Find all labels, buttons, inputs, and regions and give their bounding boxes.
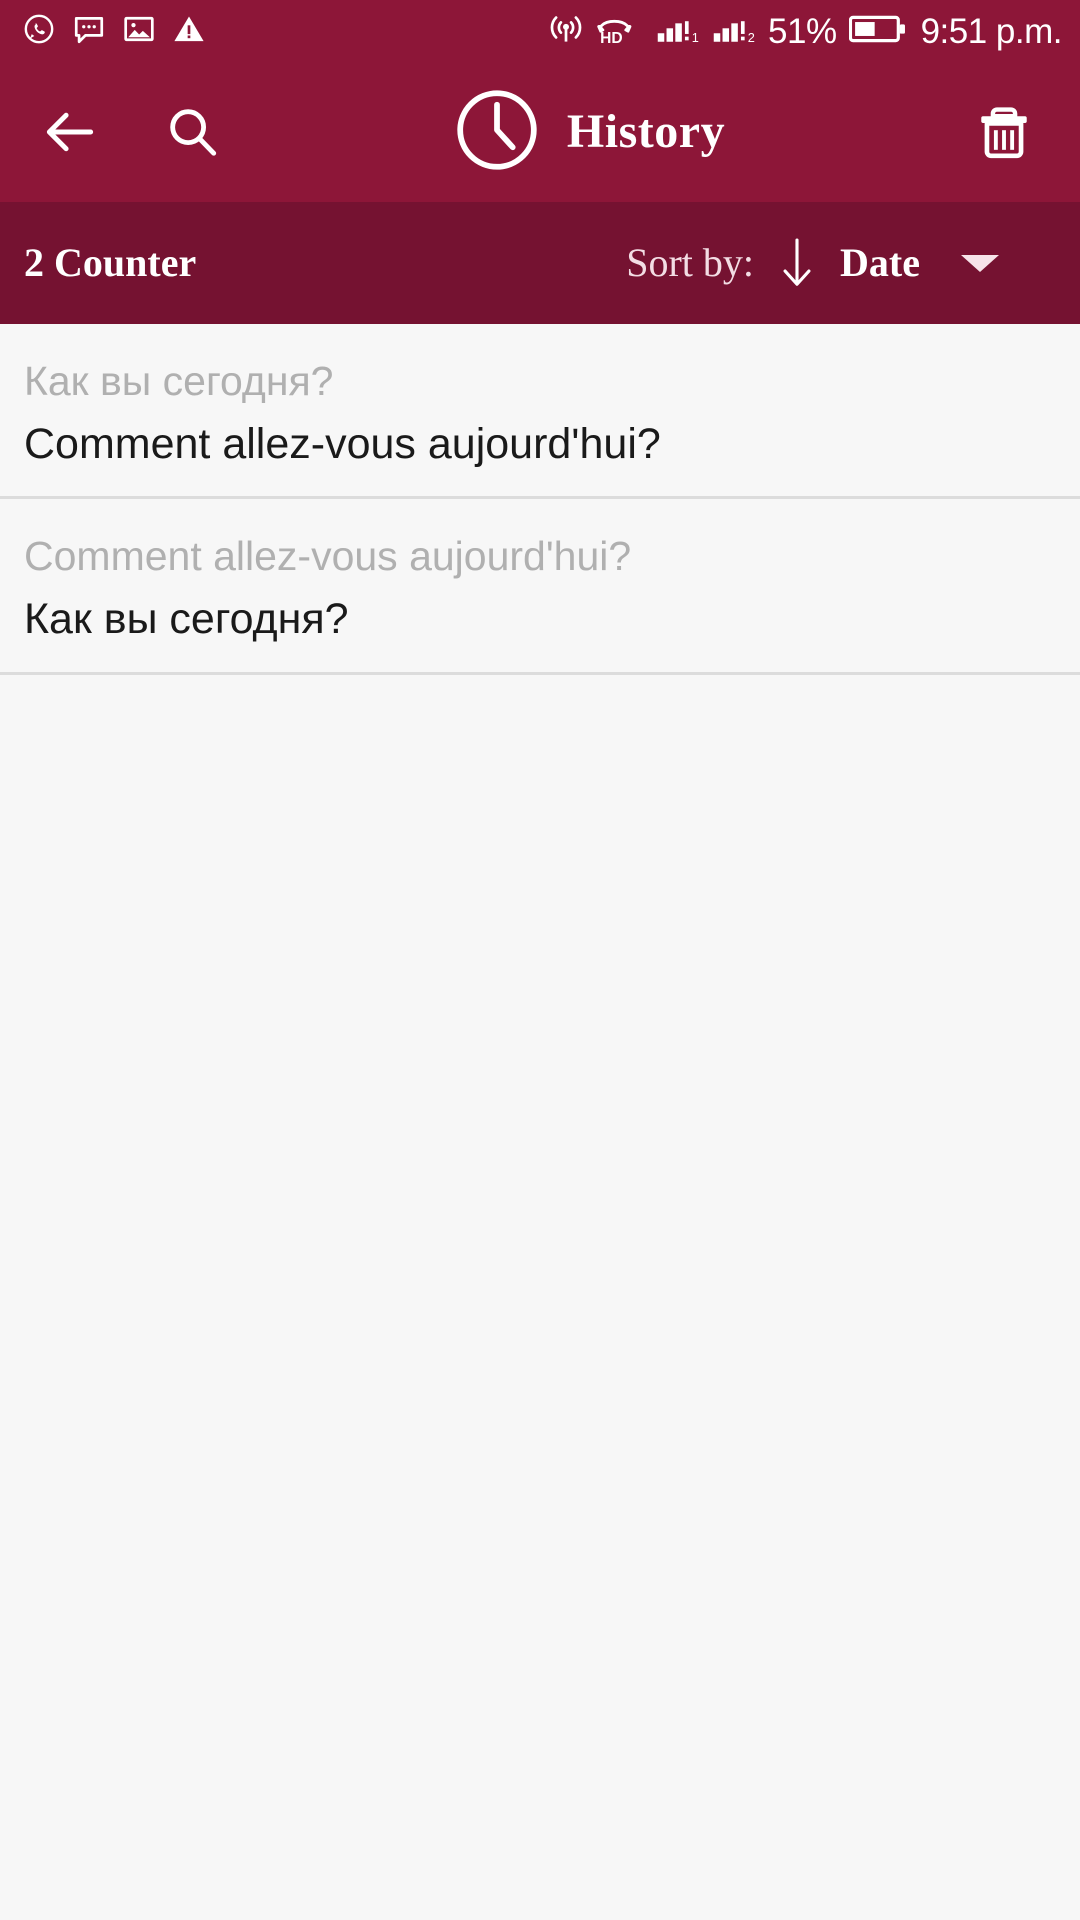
battery-percent-label: 51% xyxy=(768,11,837,51)
delete-all-button[interactable] xyxy=(962,90,1046,174)
history-list-item[interactable]: Comment allez-vous aujourd'hui? Как вы с… xyxy=(0,499,1080,672)
history-list[interactable]: Как вы сегодня? Comment allez-vous aujou… xyxy=(0,324,1080,675)
app-bar-title-group: History xyxy=(214,84,962,181)
app-screen: HD 1 2 51% 9:51 p.m. History 2 Counter S… xyxy=(0,0,1080,1920)
status-bar-notifications xyxy=(22,12,206,51)
history-item-source-text: Как вы сегодня? xyxy=(24,358,334,404)
clock-icon xyxy=(451,84,543,181)
arrow-down-icon xyxy=(783,238,811,286)
warning-triangle-icon xyxy=(172,12,206,51)
history-item-target-text: Как вы сегодня? xyxy=(24,595,349,644)
message-bubble-icon xyxy=(72,12,106,51)
history-item-target-text: Comment allez-vous aujourd'hui? xyxy=(24,420,661,469)
list-divider xyxy=(0,671,1080,675)
history-item-source-text: Comment allez-vous aujourd'hui? xyxy=(24,533,632,580)
back-button[interactable] xyxy=(28,90,112,174)
battery-icon xyxy=(848,13,907,50)
history-counter: 2 Counter xyxy=(24,240,197,285)
history-list-item[interactable]: Как вы сегодня? Comment allez-vous aujou… xyxy=(0,324,1080,497)
search-icon xyxy=(170,109,217,156)
sort-field-value[interactable]: Date xyxy=(840,243,920,283)
sort-dropdown-button[interactable] xyxy=(920,254,1040,272)
image-icon xyxy=(122,12,156,51)
arrow-left-icon xyxy=(46,112,94,152)
volte-hd-icon: HD xyxy=(594,12,646,51)
page-title: History xyxy=(566,105,726,158)
app-bar: History xyxy=(0,62,1080,202)
chevron-down-icon xyxy=(961,254,999,272)
sort-direction-button[interactable] xyxy=(754,235,840,291)
svg-text:2: 2 xyxy=(748,29,755,44)
sort-bar: 2 Counter Sort by: Date xyxy=(0,202,1080,324)
status-bar-system: HD 1 2 51% 9:51 p.m. xyxy=(548,11,1063,52)
status-bar-clock: 9:51 p.m. xyxy=(920,11,1063,51)
whatsapp-icon xyxy=(22,12,56,51)
status-bar: HD 1 2 51% 9:51 p.m. xyxy=(0,0,1080,62)
trash-icon xyxy=(981,107,1027,159)
svg-text:1: 1 xyxy=(692,29,699,44)
sort-controls: Sort by: Date xyxy=(626,235,1040,291)
hotspot-icon xyxy=(548,11,584,52)
signal-sim1-icon: 1 xyxy=(656,12,702,51)
sort-by-label: Sort by: xyxy=(626,240,755,285)
signal-sim2-icon: 2 xyxy=(712,12,758,51)
svg-text:HD: HD xyxy=(600,30,623,46)
